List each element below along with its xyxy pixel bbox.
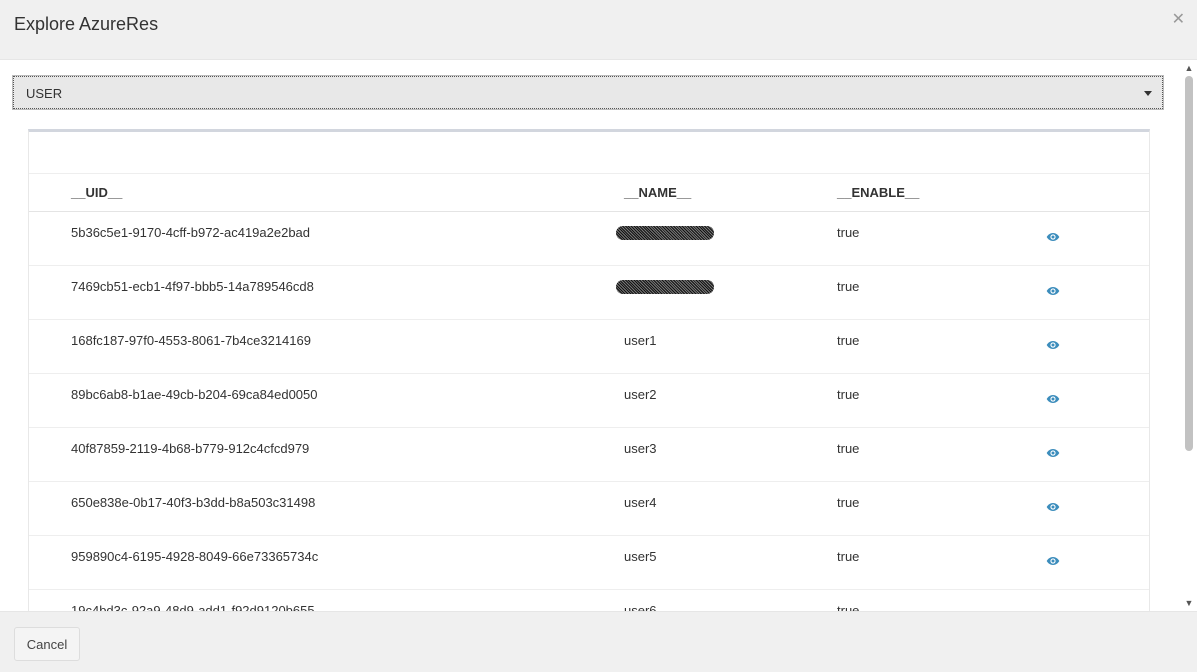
cell-name — [616, 265, 837, 320]
cell-enable: true — [837, 589, 1050, 611]
cell-name: user2 — [624, 373, 837, 428]
cell-enable: true — [837, 211, 1050, 266]
cell-enable: true — [837, 265, 1050, 320]
dialog-footer: Cancel — [0, 611, 1197, 672]
eye-icon[interactable] — [1046, 230, 1060, 245]
column-header-actions — [1050, 174, 1149, 212]
scroll-down-icon[interactable]: ▼ — [1184, 597, 1194, 609]
cell-name: user4 — [624, 481, 837, 536]
object-type-select[interactable]: USER — [12, 75, 1164, 110]
cell-actions — [1050, 589, 1149, 611]
eye-icon[interactable] — [1046, 284, 1060, 299]
cell-enable: true — [837, 535, 1050, 590]
cell-name: user5 — [624, 535, 837, 590]
cell-actions — [1046, 319, 1149, 374]
table-row[interactable]: 650e838e-0b17-40f3-b3dd-b8a503c31498 user… — [29, 481, 1149, 536]
cell-name — [616, 211, 837, 266]
cell-uid: 650e838e-0b17-40f3-b3dd-b8a503c31498 — [29, 481, 624, 536]
table-row[interactable]: 5b36c5e1-9170-4cff-b972-ac419a2e2bad true — [29, 211, 1149, 266]
object-type-select-value: USER — [26, 86, 63, 101]
cell-uid: 7469cb51-ecb1-4f97-bbb5-14a789546cd8 — [29, 265, 624, 320]
close-icon[interactable]: ✕ — [1172, 10, 1185, 30]
cell-uid: 40f87859-2119-4b68-b779-912c4cfcd979 — [29, 427, 624, 482]
table-row[interactable]: 168fc187-97f0-4553-8061-7b4ce3214169 user… — [29, 319, 1149, 374]
cell-uid: 5b36c5e1-9170-4cff-b972-ac419a2e2bad — [29, 211, 624, 266]
cell-uid: 168fc187-97f0-4553-8061-7b4ce3214169 — [29, 319, 624, 374]
explore-dialog: Explore AzureRes ✕ USER __UID__ __NAME__… — [0, 0, 1197, 672]
cell-enable: true — [837, 427, 1050, 482]
scroll-up-icon[interactable]: ▲ — [1184, 62, 1194, 74]
results-panel: __UID__ __NAME__ __ENABLE__ 5b36c5e1-917… — [28, 129, 1150, 611]
cell-actions — [1046, 211, 1149, 266]
cell-actions — [1046, 535, 1149, 590]
cell-uid: 19c4bd3c-92a9-48d9-add1-f92d9120b655 — [29, 589, 624, 611]
table-row[interactable]: 89bc6ab8-b1ae-49cb-b204-69ca84ed0050 user… — [29, 373, 1149, 428]
cell-enable: true — [837, 319, 1050, 374]
eye-icon[interactable] — [1046, 392, 1060, 407]
eye-icon[interactable] — [1046, 554, 1060, 569]
table-body: 5b36c5e1-9170-4cff-b972-ac419a2e2bad true… — [29, 211, 1149, 611]
table-row[interactable]: 19c4bd3c-92a9-48d9-add1-f92d9120b655 user… — [29, 589, 1149, 611]
cell-actions — [1046, 265, 1149, 320]
cell-name: user1 — [624, 319, 837, 374]
cell-enable: true — [837, 373, 1050, 428]
dialog-title: Explore AzureRes — [14, 14, 159, 34]
cell-enable: true — [837, 481, 1050, 536]
eye-icon[interactable] — [1046, 338, 1060, 353]
cell-uid: 89bc6ab8-b1ae-49cb-b204-69ca84ed0050 — [29, 373, 624, 428]
redacted-name — [616, 279, 714, 294]
cell-name: user3 — [624, 427, 837, 482]
table-row[interactable]: 40f87859-2119-4b68-b779-912c4cfcd979 user… — [29, 427, 1149, 482]
cell-actions — [1046, 481, 1149, 536]
scrollbar-thumb[interactable] — [1185, 76, 1193, 451]
column-header-name[interactable]: __NAME__ — [624, 174, 837, 212]
cancel-button[interactable]: Cancel — [14, 627, 80, 661]
panel-toolbar — [29, 132, 1149, 174]
table-row[interactable]: 7469cb51-ecb1-4f97-bbb5-14a789546cd8 true — [29, 265, 1149, 320]
cell-actions — [1046, 427, 1149, 482]
cell-actions — [1046, 373, 1149, 428]
dialog-header: Explore AzureRes ✕ — [0, 0, 1197, 60]
cell-uid: 959890c4-6195-4928-8049-66e73365734c — [29, 535, 624, 590]
vertical-scrollbar[interactable]: ▲ ▼ — [1182, 60, 1196, 611]
redacted-name — [616, 225, 714, 240]
column-header-enable[interactable]: __ENABLE__ — [837, 174, 1050, 212]
eye-icon[interactable] — [1046, 446, 1060, 461]
dialog-body: USER __UID__ __NAME__ __ENABLE__ 5b36c5e… — [0, 60, 1182, 611]
cell-name: user6 — [624, 589, 837, 611]
column-header-uid[interactable]: __UID__ — [29, 174, 624, 212]
caret-down-icon — [1144, 91, 1152, 96]
eye-icon[interactable] — [1046, 500, 1060, 515]
table-row[interactable]: 959890c4-6195-4928-8049-66e73365734c user… — [29, 535, 1149, 590]
results-table: __UID__ __NAME__ __ENABLE__ 5b36c5e1-917… — [29, 174, 1149, 611]
table-header-row: __UID__ __NAME__ __ENABLE__ — [29, 174, 1149, 212]
